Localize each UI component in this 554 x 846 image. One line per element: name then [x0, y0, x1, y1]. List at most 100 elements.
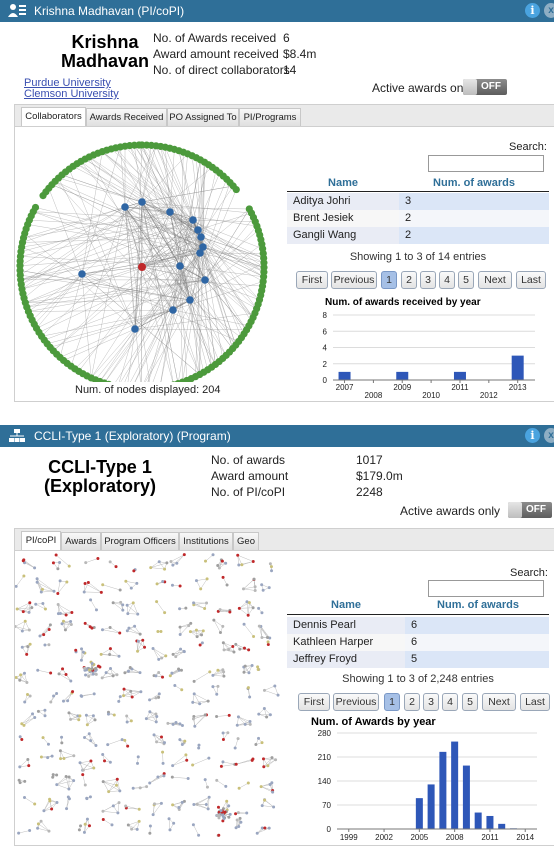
- pi-node: [36, 822, 40, 826]
- pi-node: [128, 665, 132, 669]
- pi-node: [26, 645, 30, 649]
- pager-page-5[interactable]: 5: [462, 693, 478, 711]
- toggle-knob[interactable]: [463, 79, 477, 95]
- pi-node: [115, 777, 119, 781]
- table-row[interactable]: Brent Jesiek 2: [287, 210, 549, 227]
- active-awards-toggle[interactable]: OFF: [508, 502, 552, 518]
- pager-last-button[interactable]: Last: [516, 271, 546, 289]
- network-edge: [102, 811, 118, 814]
- pi-node: [217, 566, 221, 570]
- pager-page-4[interactable]: 4: [442, 693, 458, 711]
- column-header-name[interactable]: Name: [287, 599, 405, 611]
- pager-previous-button[interactable]: Previous: [333, 693, 379, 711]
- pi-node: [71, 690, 75, 694]
- pi-node: [48, 623, 52, 627]
- pi-node: [79, 658, 83, 662]
- pager-page-4[interactable]: 4: [439, 271, 455, 289]
- table-row[interactable]: Aditya Johri 3: [287, 193, 549, 210]
- tab-collaborators[interactable]: Collaborators: [21, 107, 86, 128]
- pager-page-1[interactable]: 1: [384, 693, 400, 711]
- pi-node: [28, 601, 32, 605]
- collaborator-network-graph[interactable]: [15, 127, 285, 382]
- pi-node: [195, 635, 199, 639]
- pi-copi-network-graph[interactable]: [15, 551, 287, 843]
- y-tick-label: 70: [322, 801, 331, 810]
- row-value: 2: [399, 210, 549, 227]
- pager-next-button[interactable]: Next: [482, 693, 516, 711]
- tab-awards-received[interactable]: Awards Received: [86, 108, 167, 127]
- toggle-knob[interactable]: [508, 502, 522, 518]
- pi-node: [155, 740, 159, 744]
- pi-node: [64, 774, 68, 778]
- pi-node: [192, 601, 196, 605]
- pi-node: [217, 814, 221, 818]
- close-icon[interactable]: x: [544, 428, 554, 443]
- pager-page-2[interactable]: 2: [404, 693, 420, 711]
- table-row[interactable]: Jeffrey Froyd 5: [287, 651, 549, 668]
- table-row[interactable]: Dennis Pearl 6: [287, 617, 549, 634]
- pi-node: [135, 827, 139, 831]
- pi-node: [247, 671, 251, 675]
- network-edge: [264, 690, 279, 696]
- tab-awards[interactable]: Awards: [61, 532, 101, 551]
- pi-node: [126, 612, 130, 616]
- pi-node: [218, 608, 222, 612]
- pager-previous-button[interactable]: Previous: [331, 271, 377, 289]
- pi-node: [52, 694, 56, 698]
- active-awards-toggle[interactable]: OFF: [463, 79, 507, 95]
- network-edge: [90, 599, 97, 611]
- toggle-state-label: OFF: [526, 504, 546, 515]
- search-input[interactable]: [428, 155, 544, 172]
- pager-last-button[interactable]: Last: [520, 693, 550, 711]
- info-icon[interactable]: i: [525, 428, 540, 443]
- pi-node: [257, 606, 261, 610]
- info-icon[interactable]: i: [525, 3, 540, 18]
- pager-page-5[interactable]: 5: [458, 271, 474, 289]
- tab-geo[interactable]: Geo: [233, 532, 259, 551]
- pager-next-button[interactable]: Next: [478, 271, 512, 289]
- close-icon[interactable]: x: [544, 3, 554, 18]
- pi-node: [36, 826, 40, 830]
- pi-node: [28, 694, 32, 698]
- table-row[interactable]: Gangli Wang 2: [287, 227, 549, 244]
- pi-node: [206, 807, 210, 811]
- pi-node: [174, 655, 178, 659]
- pi-node: [259, 785, 263, 789]
- pi-node: [63, 628, 67, 632]
- institution-link-clemson[interactable]: Clemson University: [24, 88, 119, 100]
- search-input[interactable]: [428, 580, 544, 597]
- co-pi-node: [78, 270, 86, 278]
- pi-node: [82, 590, 86, 594]
- pi-node: [204, 802, 208, 806]
- column-header-num-awards[interactable]: Num. of awards: [405, 599, 551, 611]
- pi-node: [257, 736, 261, 740]
- tab-institutions[interactable]: Institutions: [179, 532, 233, 551]
- bar: [474, 812, 482, 829]
- pi-node: [33, 802, 37, 806]
- tab-program-officers[interactable]: Program Officers: [101, 532, 179, 551]
- pi-node: [257, 624, 261, 628]
- pi-node: [242, 622, 246, 626]
- pager-page-1[interactable]: 1: [381, 271, 397, 289]
- tab-pi-programs[interactable]: PI/Programs: [239, 108, 301, 127]
- network-edge: [61, 174, 143, 203]
- program-tab-content: Search: Name Num. of awards Dennis Pearl…: [14, 550, 554, 846]
- tab-pi-copi[interactable]: PI/coPI: [21, 531, 61, 552]
- row-name: Kathleen Harper: [287, 634, 405, 651]
- pager-page-2[interactable]: 2: [401, 271, 417, 289]
- pi-node: [178, 584, 182, 588]
- column-header-num-awards[interactable]: Num. of awards: [399, 177, 549, 189]
- table-row[interactable]: Kathleen Harper 6: [287, 634, 549, 651]
- pi-node: [35, 577, 39, 581]
- column-header-name[interactable]: Name: [287, 177, 399, 189]
- pi-node: [179, 668, 183, 672]
- pi-node: [47, 627, 51, 631]
- pager-first-button[interactable]: First: [298, 693, 330, 711]
- pager-page-3[interactable]: 3: [423, 693, 439, 711]
- tab-po-assigned-to[interactable]: PO Assigned To: [167, 108, 239, 127]
- pi-node: [39, 590, 43, 594]
- pi-node: [111, 674, 115, 678]
- pager-page-3[interactable]: 3: [420, 271, 436, 289]
- pager-first-button[interactable]: First: [296, 271, 328, 289]
- pi-node: [31, 712, 35, 716]
